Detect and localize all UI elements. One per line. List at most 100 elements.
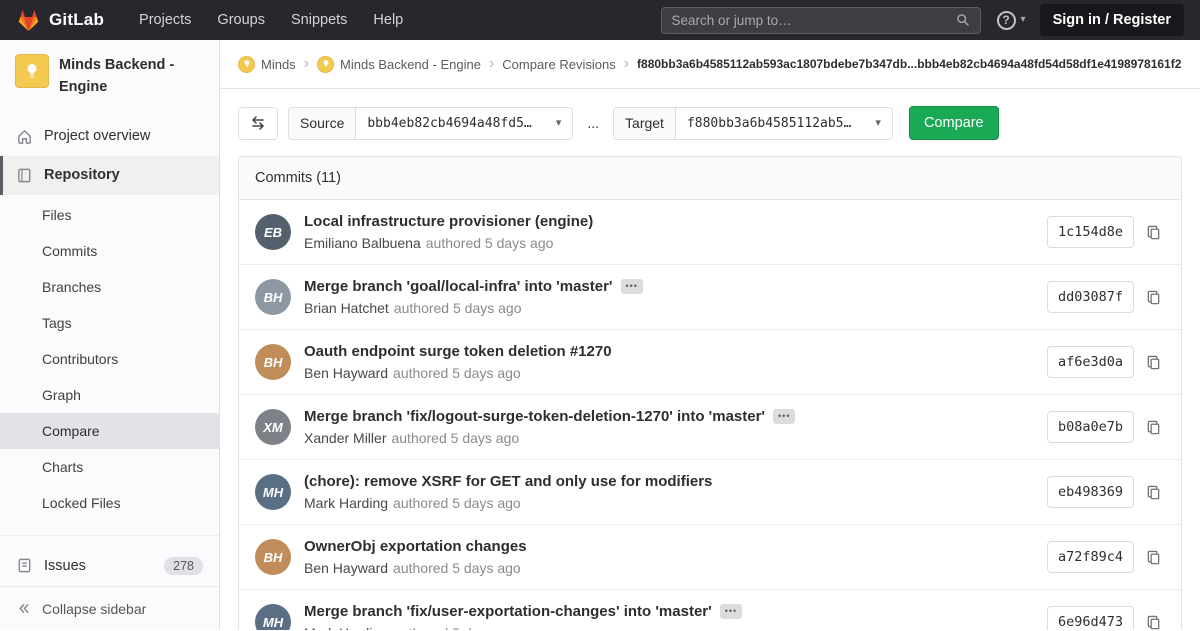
breadcrumb-section-link[interactable]: Compare Revisions [502,57,615,72]
commit-authored-text: authored 5 days ago [393,625,521,630]
breadcrumb-project-link[interactable]: Minds Backend - Engine [317,56,481,73]
sidebar-item-issues[interactable]: Issues 278 [0,546,219,586]
sidebar-subitem[interactable]: Contributors [0,341,219,377]
sign-in-register-button[interactable]: Sign in / Register [1040,4,1184,36]
clipboard-icon [1146,615,1161,630]
main-content: Minds › Minds Backend - Engine › Compare… [220,40,1200,630]
target-ref-dropdown[interactable]: f880bb3a6b4585112ab5… ▾ [675,107,893,140]
copy-sha-button[interactable] [1142,351,1165,374]
commits-count-header: Commits (11) [239,157,1181,200]
project-name: Minds Backend - Engine [59,54,205,99]
commit-sha[interactable]: 1c154d8e [1047,216,1134,248]
nav-item-projects[interactable]: Projects [126,0,204,40]
search-box[interactable] [661,7,981,34]
breadcrumb-group-link[interactable]: Minds [238,56,296,73]
clipboard-icon [1146,420,1161,435]
commit-row: XM Merge branch 'fix/logout-surge-token-… [239,395,1181,460]
commit-description-toggle[interactable]: ••• [720,604,742,619]
help-dropdown[interactable]: ? ▾ [997,11,1026,30]
commit-description-toggle[interactable]: ••• [773,409,795,424]
sidebar-subitem[interactable]: Charts [0,449,219,485]
commit-authored-text: authored 5 days ago [394,300,522,316]
clipboard-icon [1146,355,1161,370]
commit-title-link[interactable]: Merge branch 'goal/local-infra' into 'ma… [304,278,613,295]
copy-sha-button[interactable] [1142,481,1165,504]
sidebar-subitem[interactable]: Graph [0,377,219,413]
repository-book-icon [16,167,33,184]
copy-sha-button[interactable] [1142,416,1165,439]
sidebar-item-project-overview[interactable]: Project overview [0,117,219,156]
nav-item-snippets[interactable]: Snippets [278,0,360,40]
commit-authored-text: authored 5 days ago [426,235,554,251]
copy-sha-button[interactable] [1142,286,1165,309]
avatar: MH [255,474,291,510]
sidebar-divider [0,535,219,536]
clipboard-icon [1146,550,1161,565]
copy-sha-button[interactable] [1142,221,1165,244]
commit-title-link[interactable]: OwnerObj exportation changes [304,538,527,555]
avatar: BH [255,344,291,380]
commit-sha[interactable]: 6e96d473 [1047,606,1134,630]
gitlab-tanuki-icon [16,8,41,33]
nav-item-help[interactable]: Help [360,0,416,40]
sidebar-subitem[interactable]: Branches [0,269,219,305]
sidebar-subitem[interactable]: Locked Files [0,485,219,521]
commit-sha[interactable]: a72f89c4 [1047,541,1134,573]
breadcrumb-project-label: Minds Backend - Engine [340,57,481,72]
commit-author-link[interactable]: Ben Hayward [304,365,388,381]
breadcrumb-group-label: Minds [261,57,296,72]
clipboard-icon [1146,225,1161,240]
commit-author-link[interactable]: Mark Harding [304,495,388,511]
sidebar-item-label: Issues [44,558,86,574]
commit-title-link[interactable]: Merge branch 'fix/logout-surge-token-del… [304,408,765,425]
breadcrumb: Minds › Minds Backend - Engine › Compare… [220,40,1200,89]
source-label: Source [288,107,355,140]
commit-row: EB Local infrastructure provisioner (eng… [239,200,1181,265]
nav-item-groups[interactable]: Groups [204,0,278,40]
search-input[interactable] [672,13,948,28]
commit-title-link[interactable]: Local infrastructure provisioner (engine… [304,213,593,230]
commit-author-link[interactable]: Ben Hayward [304,560,388,576]
avatar: XM [255,409,291,445]
commit-description-toggle[interactable]: ••• [621,279,643,294]
commit-sha[interactable]: eb498369 [1047,476,1134,508]
commit-authored-text: authored 5 days ago [393,560,521,576]
project-header-link[interactable]: Minds Backend - Engine [0,40,219,109]
sidebar-item-repository[interactable]: Repository [0,156,219,195]
commit-author-link[interactable]: Mark Harding [304,625,388,630]
avatar: EB [255,214,291,250]
project-sidebar: Minds Backend - Engine Project overview … [0,40,220,630]
commit-author-link[interactable]: Brian Hatchet [304,300,389,316]
commits-panel: Commits (11) EB Local infrastructure pro… [238,156,1182,630]
gitlab-logo-link[interactable]: GitLab [16,8,104,33]
commit-author-link[interactable]: Emiliano Balbuena [304,235,421,251]
sidebar-subitem[interactable]: Compare [0,413,219,449]
chevron-right-icon: › [623,56,630,72]
copy-sha-button[interactable] [1142,611,1165,631]
swap-revisions-button[interactable] [238,107,278,140]
target-label: Target [613,107,675,140]
sidebar-subitem[interactable]: Tags [0,305,219,341]
group-avatar [238,56,255,73]
target-input-group: Target f880bb3a6b4585112ab5… ▾ [613,107,893,140]
lightbulb-icon [242,59,252,69]
issues-count-badge: 278 [164,557,203,575]
target-ref-value: f880bb3a6b4585112ab5… [687,116,851,131]
commit-sha[interactable]: af6e3d0a [1047,346,1134,378]
compare-button[interactable]: Compare [909,106,999,140]
commit-title-link[interactable]: Merge branch 'fix/user-exportation-chang… [304,603,712,620]
copy-sha-button[interactable] [1142,546,1165,569]
commit-row: BH Merge branch 'goal/local-infra' into … [239,265,1181,330]
commit-sha[interactable]: dd03087f [1047,281,1134,313]
commit-author-link[interactable]: Xander Miller [304,430,386,446]
chevron-down-icon: ▾ [1021,15,1026,25]
commit-sha[interactable]: b08a0e7b [1047,411,1134,443]
collapse-sidebar-button[interactable]: Collapse sidebar [0,586,219,631]
sidebar-subitem[interactable]: Files [0,197,219,233]
top-navbar: GitLab Projects Groups Snippets Help ? ▾… [0,0,1200,40]
commit-title-link[interactable]: (chore): remove XSRF for GET and only us… [304,473,712,490]
sidebar-subitem[interactable]: Commits [0,233,219,269]
source-ref-dropdown[interactable]: bbb4eb82cb4694a48fd5… ▾ [355,107,573,140]
commit-authored-text: authored 5 days ago [393,365,521,381]
commit-title-link[interactable]: Oauth endpoint surge token deletion #127… [304,343,612,360]
